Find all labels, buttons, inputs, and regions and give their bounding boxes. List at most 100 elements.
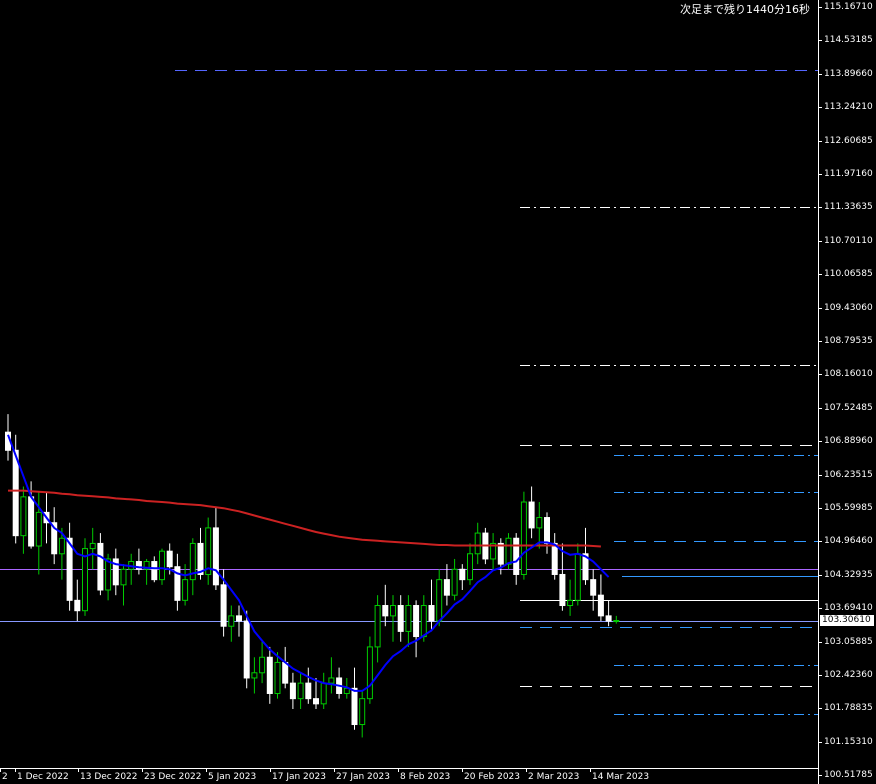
ma-slow-line: [8, 489, 601, 548]
candle-body: [328, 677, 335, 684]
candle-body: [567, 599, 574, 607]
candle-body: [436, 579, 443, 622]
time-axis-label: 13 Dec 2022: [80, 772, 138, 782]
time-axis-label: 14 Mar 2023: [592, 772, 650, 782]
price-tick: [819, 140, 822, 142]
candle-body: [443, 579, 450, 596]
price-tick: [819, 574, 822, 576]
price-tick: [819, 274, 822, 276]
price-tick: [819, 73, 822, 75]
time-tick: [462, 769, 463, 772]
price-axis-label: 100.51785: [824, 770, 873, 781]
price-axis-label: 103.69410: [824, 603, 873, 614]
candle-body: [197, 542, 204, 575]
price-tick: [819, 174, 822, 175]
price-tick: [819, 541, 822, 543]
candle-body: [505, 537, 512, 565]
price-tick: [819, 741, 822, 743]
price-axis-label: 112.60685: [824, 135, 873, 146]
candle-body: [28, 496, 35, 547]
price-tick: [819, 508, 822, 509]
candle-body: [289, 682, 296, 700]
candle-body: [251, 672, 258, 679]
price-axis-label: 101.78835: [824, 703, 873, 714]
candle-body: [236, 615, 242, 622]
candle-body: [320, 682, 327, 705]
candle-body: [97, 542, 104, 591]
candle-body: [574, 553, 581, 601]
candle-body: [374, 605, 381, 648]
price-axis-label: 108.16010: [824, 369, 873, 380]
candle-body: [544, 517, 550, 544]
candle-body: [182, 579, 189, 601]
candle-body: [597, 594, 604, 617]
time-tick: [142, 769, 143, 772]
bar-countdown: 次足まで残り1440分16秒: [680, 3, 810, 16]
price-axis-label: 109.43060: [824, 302, 873, 313]
candle-body: [497, 542, 504, 565]
time-axis-label: 8 Feb 2023: [400, 772, 451, 782]
time-tick: [398, 769, 399, 772]
price-axis-label: 111.33635: [824, 202, 873, 213]
price-tick: [819, 341, 822, 342]
candle-body: [66, 537, 73, 601]
price-axis-label: 103.05885: [824, 636, 873, 647]
candle-body: [405, 605, 412, 632]
price-chart[interactable]: [0, 0, 818, 768]
price-axis-label: 105.59985: [824, 503, 873, 513]
candle-body: [420, 605, 427, 638]
price-tick: [819, 407, 822, 409]
time-axis-label: 2: [2, 772, 8, 782]
time-axis-label: 27 Jan 2023: [336, 772, 390, 782]
candle-body: [274, 661, 281, 694]
candle-body: [305, 682, 312, 700]
price-axis-label: 110.70110: [824, 235, 873, 246]
price-tick: [819, 7, 822, 8]
price-axis-label: 114.53185: [824, 35, 873, 46]
price-axis-label: 106.23515: [824, 469, 873, 480]
candle-body: [151, 561, 158, 581]
candle-body: [89, 542, 96, 550]
price-axis-label: 104.32935: [824, 569, 873, 580]
time-tick: [0, 769, 1, 772]
candle-body: [451, 568, 458, 596]
candle-body: [166, 550, 173, 568]
price-axis-label: 107.52485: [824, 402, 873, 413]
price-axis[interactable]: 115.16710 114.53185 113.89660 113.24210 112.…: [818, 0, 876, 784]
time-tick: [590, 769, 591, 772]
time-tick: [206, 769, 207, 772]
candle-body: [528, 501, 535, 529]
price-tick: [819, 207, 822, 209]
price-axis-label: 113.24210: [824, 102, 873, 113]
candle-body: [359, 698, 366, 726]
price-tick: [819, 441, 822, 443]
candle-body: [266, 656, 273, 694]
price-tick: [819, 608, 822, 610]
candle-body: [351, 687, 358, 726]
price-axis-label: 115.16710: [824, 2, 873, 12]
candle-body: [536, 517, 543, 529]
price-tick: [819, 675, 822, 676]
candle-body: [382, 605, 389, 617]
price-tick: [819, 240, 822, 242]
candle-body: [282, 661, 289, 684]
time-axis[interactable]: 2 1 Dec 2022 13 Dec 2022 23 Dec 2022 5 Jan 2…: [0, 768, 818, 784]
candle-body: [513, 537, 520, 575]
candle-body: [82, 548, 88, 612]
candle-body: [20, 496, 27, 537]
candle-body: [590, 579, 597, 596]
candle-body: [74, 599, 81, 612]
price-axis-label: 106.88960: [824, 436, 873, 447]
price-axis-label: 101.15310: [824, 736, 873, 747]
price-tick: [819, 474, 822, 476]
price-tick: [819, 641, 822, 643]
time-tick: [526, 769, 527, 772]
candle-body: [613, 620, 620, 623]
candle-body: [243, 620, 250, 679]
candle-body: [459, 568, 466, 581]
price-axis-label: 102.42360: [824, 670, 873, 680]
time-tick: [334, 769, 335, 772]
time-axis-label: 2 Mar 2023: [528, 772, 580, 782]
price-tick: [819, 107, 822, 109]
chart-area[interactable]: 次足まで残り1440分16秒: [0, 0, 818, 768]
